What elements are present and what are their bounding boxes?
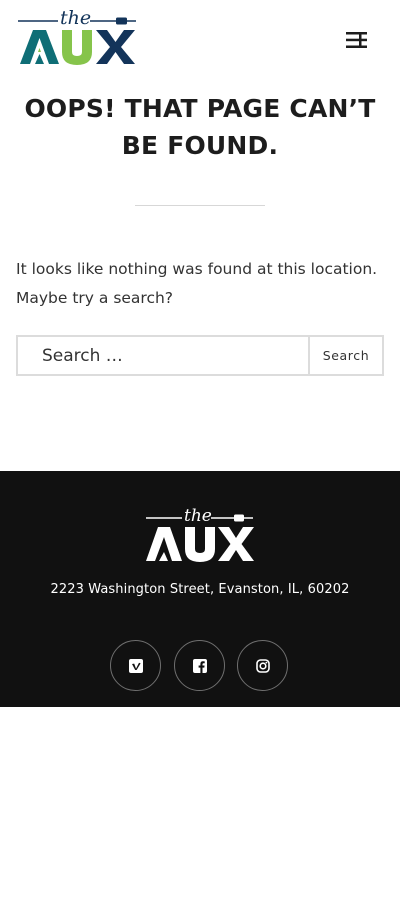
page-title: OOPS! THAT PAGE CAN’T BE FOUND. [24, 94, 376, 160]
aux-logo-icon: the [18, 7, 136, 65]
vimeo-link[interactable] [110, 640, 161, 691]
vimeo-icon [128, 658, 143, 673]
not-found-message: It looks like nothing was found at this … [16, 260, 378, 307]
search-button[interactable]: Search [308, 335, 384, 376]
search-input[interactable] [16, 335, 310, 376]
svg-text:the: the [60, 7, 91, 29]
svg-text:the: the [184, 506, 212, 526]
site-footer: the 2223 Washington Street, Evanston, IL… [0, 471, 400, 707]
aux-logo-icon: the [146, 506, 254, 562]
facebook-icon [192, 658, 207, 673]
footer-logo[interactable]: the [140, 505, 260, 565]
footer-address: 2223 Washington Street, Evanston, IL, 60… [50, 582, 350, 597]
sidebar-toggle-button[interactable] [340, 26, 372, 54]
instagram-icon [255, 658, 270, 673]
sidebar-toggle-icon [346, 32, 367, 48]
facebook-link[interactable] [174, 640, 225, 691]
site-logo[interactable]: the [18, 4, 138, 68]
search-form: Search [16, 335, 384, 376]
instagram-link[interactable] [237, 640, 288, 691]
title-divider [135, 205, 265, 206]
site-header: the [0, 0, 400, 80]
